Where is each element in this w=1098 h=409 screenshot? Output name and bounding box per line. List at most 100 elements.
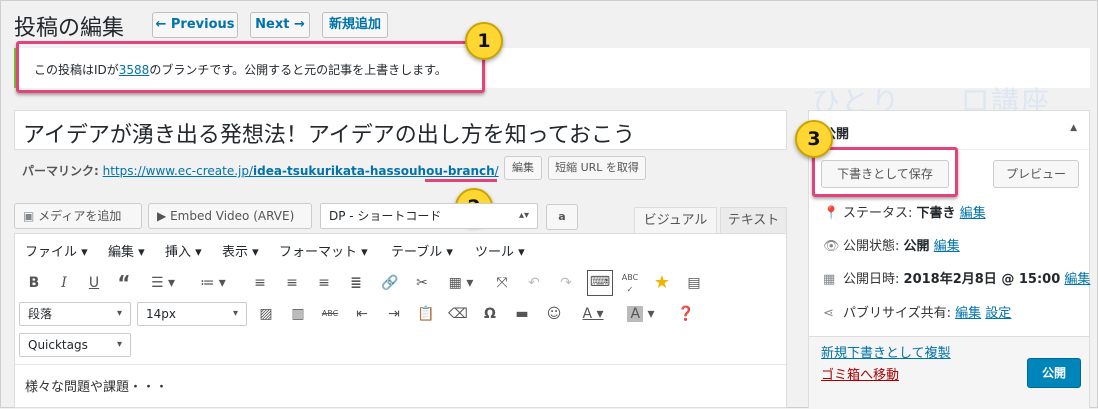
font-size-value: 14px [146, 307, 176, 321]
annotation-badge-3: 3 [795, 120, 833, 158]
tab-text[interactable]: テキスト [720, 207, 787, 233]
quicktags-arrow-icon: ▾ [116, 339, 122, 350]
indent-icon[interactable]: ⇥ [383, 303, 405, 325]
quicktags-select[interactable]: Quicktags ▾ [19, 333, 131, 357]
shortlink-button[interactable]: 短縮 URL を取得 [548, 156, 646, 180]
visibility-value: 公開 [903, 239, 930, 254]
next-button[interactable]: Next → [250, 12, 310, 38]
publicize-edit-link[interactable]: 編集 [955, 306, 981, 321]
add-new-button[interactable]: 新規追加 [322, 12, 388, 38]
eraser-icon[interactable]: ⌫ [447, 303, 469, 325]
menu-file[interactable]: ファイル ▾ [25, 241, 88, 260]
underline-icon[interactable]: U [83, 272, 105, 294]
bold-icon[interactable]: B [23, 272, 45, 294]
calendar-icon: ▦ [823, 272, 836, 287]
paste-icon[interactable]: 📋 [415, 303, 437, 325]
status-row: 📍 ステータス: 下書き 編集 [823, 202, 986, 221]
fullscreen-icon[interactable]: ⤧ [491, 272, 513, 294]
annotation-badge-1: 1 [465, 22, 503, 60]
permalink-edit-button[interactable]: 編集 [504, 156, 542, 180]
highlight-box-3 [812, 147, 958, 197]
collapse-caret-icon[interactable]: ▲ [1070, 123, 1077, 133]
menu-tools[interactable]: ツール ▾ [475, 241, 525, 260]
copy-draft-link[interactable]: 新規下書きとして複製 [821, 342, 951, 361]
align-center-icon[interactable]: ≡ [281, 272, 303, 294]
bg-color-icon[interactable]: A ▾ [623, 303, 659, 325]
post-title-input[interactable]: アイデアが湧き出る発想法！アイデアの出し方を知っておこう [14, 110, 787, 150]
preview-button[interactable]: プレビュー [993, 160, 1079, 188]
blockquote-icon[interactable]: “ [113, 272, 135, 294]
emoji-icon[interactable]: ☺ [543, 303, 565, 325]
editor-content[interactable]: 様々な問題や課題・・・ [25, 376, 168, 395]
toggle-toolbar-icon[interactable]: ▤ [683, 272, 705, 294]
align-right-icon[interactable]: ≡ [313, 272, 335, 294]
schedule-value: 2018年2月8日 @ 15:00 [903, 272, 1061, 287]
image-icon[interactable]: ▨ [255, 303, 277, 325]
previous-button[interactable]: ← Previous [152, 12, 238, 38]
share-icon: ⋖ [823, 306, 834, 321]
schedule-row: ▦ 公開日時: 2018年2月8日 @ 15:00 編集 [823, 268, 1090, 287]
outdent-icon[interactable]: ⇤ [351, 303, 373, 325]
highlight-box-1 [16, 41, 485, 93]
media-icon: ▣ [23, 209, 35, 223]
select-arrow-icon: ▴▾ [518, 210, 529, 221]
editor: ファイル ▾ 編集 ▾ 挿入 ▾ 表示 ▾ フォーマット ▾ テーブル ▾ ツー… [14, 233, 787, 408]
menu-table[interactable]: テーブル ▾ [391, 241, 453, 260]
justify-icon[interactable]: ≣ [345, 272, 367, 294]
visibility-row: 👁 公開状態: 公開 編集 [823, 235, 960, 254]
star-icon[interactable]: ★ [651, 272, 673, 294]
shortcode-select[interactable]: DP - ショートコード ▴▾ [320, 203, 538, 229]
omega-icon[interactable]: Ω [479, 303, 501, 325]
status-edit-link[interactable]: 編集 [960, 206, 986, 221]
page-title: 投稿の編集 [14, 16, 125, 41]
italic-icon[interactable]: I [53, 272, 75, 294]
video-icon[interactable]: ▥ [287, 303, 309, 325]
permalink-link[interactable]: https://www.ec-create.jp/idea-tsukurikat… [103, 164, 499, 178]
table-icon[interactable]: ▦ ▾ [443, 272, 479, 294]
format-select[interactable]: 段落 ▾ [19, 302, 131, 326]
permalink: パーマリンク: https://www.ec-create.jp/idea-ts… [22, 162, 499, 179]
trash-link[interactable]: ゴミ箱へ移動 [821, 364, 899, 383]
visibility-edit-link[interactable]: 編集 [934, 239, 960, 254]
menu-insert[interactable]: 挿入 ▾ [165, 241, 202, 260]
spellcheck-icon[interactable]: ABC ✓ [619, 272, 641, 294]
tab-visual[interactable]: ビジュアル [634, 207, 717, 233]
link-icon[interactable]: 🔗 [379, 272, 401, 294]
format-arrow-icon: ▾ [116, 308, 122, 319]
pin-icon: 📍 [823, 206, 840, 221]
numbered-list-icon[interactable]: ≔ ▾ [195, 272, 231, 294]
amazon-button[interactable]: a [546, 204, 578, 230]
menu-edit[interactable]: 編集 ▾ [108, 241, 145, 260]
publicize-label: パブリサイズ共有: [843, 306, 951, 321]
keyboard-icon[interactable]: ⌨ [587, 270, 613, 296]
embed-video-button[interactable]: ▶ Embed Video (ARVE) [148, 203, 312, 229]
hr-icon[interactable]: ▬ [511, 303, 533, 325]
editor-divider [15, 364, 786, 365]
permalink-end: / [494, 164, 499, 178]
add-media-button[interactable]: ▣ メディアを追加 [14, 203, 142, 229]
embed-video-label: Embed Video (ARVE) [170, 209, 295, 223]
permalink-label: パーマリンク: [22, 164, 99, 178]
align-left-icon[interactable]: ≡ [249, 272, 271, 294]
status-value: 下書き [916, 206, 956, 221]
visibility-label: 公開状態: [843, 239, 900, 254]
eye-icon: 👁 [823, 239, 840, 254]
text-color-icon[interactable]: A ▾ [575, 303, 611, 325]
font-size-select[interactable]: 14px ▾ [137, 302, 247, 326]
schedule-edit-link[interactable]: 編集 [1064, 272, 1090, 287]
unlink-icon[interactable]: ✂ [411, 272, 433, 294]
format-select-value: 段落 [28, 307, 53, 321]
editor-menubar: ファイル ▾ 編集 ▾ 挿入 ▾ 表示 ▾ フォーマット ▾ テーブル ▾ ツー… [15, 234, 786, 266]
add-media-label: メディアを追加 [38, 209, 122, 223]
publicize-settings-link[interactable]: 設定 [985, 306, 1011, 321]
status-label: ステータス: [843, 206, 913, 221]
quicktags-value: Quicktags [28, 338, 88, 352]
menu-format[interactable]: フォーマット ▾ [279, 241, 368, 260]
help-icon[interactable]: ❓ [675, 303, 697, 325]
undo-icon[interactable]: ↶ [523, 272, 545, 294]
strikethrough-icon[interactable]: ABC [319, 303, 341, 325]
redo-icon[interactable]: ↷ [555, 272, 577, 294]
menu-view[interactable]: 表示 ▾ [222, 241, 259, 260]
bullet-list-icon[interactable]: ☰ ▾ [145, 272, 181, 294]
publish-button[interactable]: 公開 [1027, 358, 1081, 388]
